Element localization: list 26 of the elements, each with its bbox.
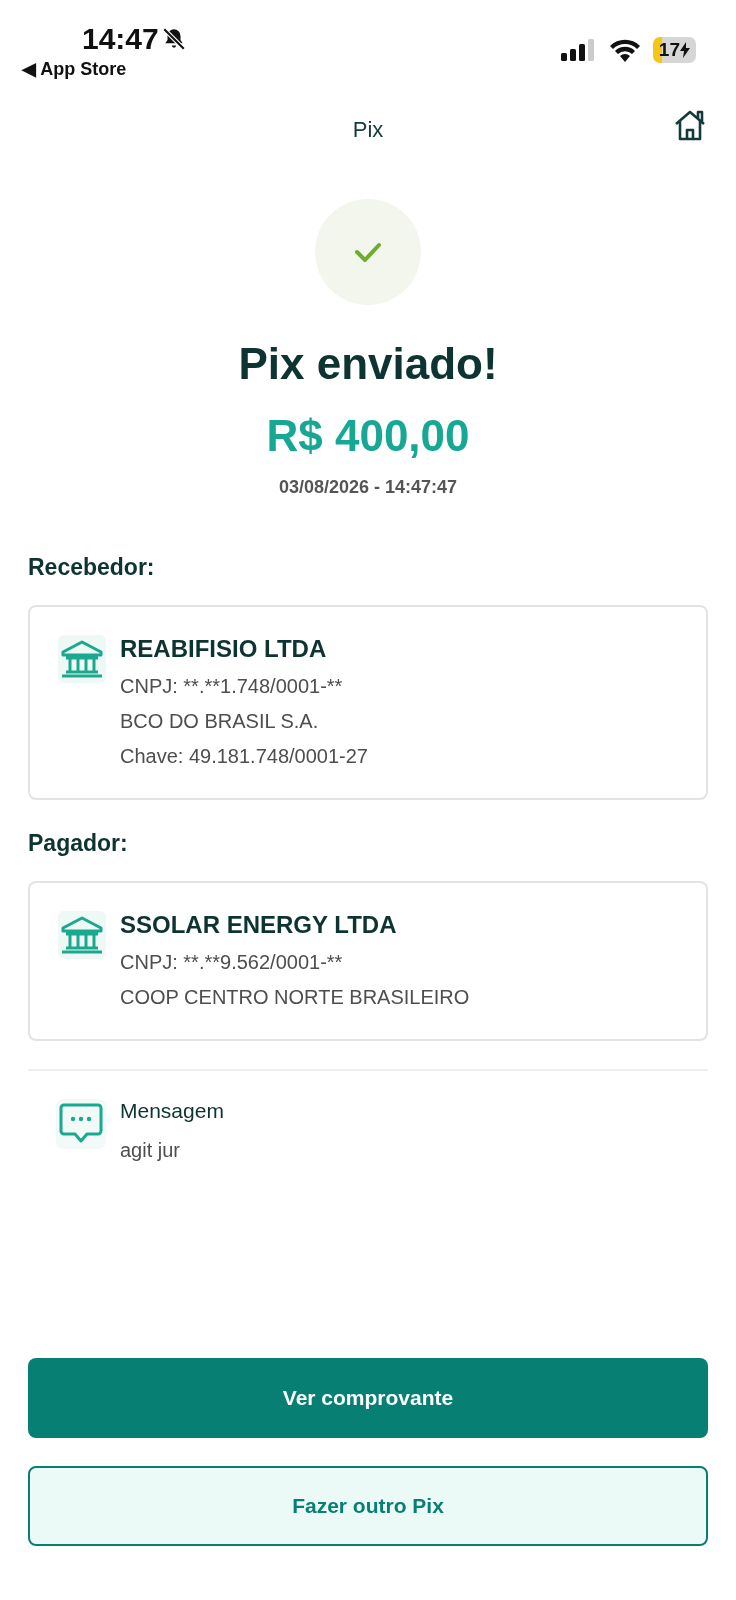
success-title: Pix enviado! bbox=[238, 339, 498, 389]
party-name: SSOLAR ENERGY LTDA bbox=[120, 911, 398, 939]
view-receipt-button[interactable]: Ver comprovante bbox=[28, 1358, 708, 1438]
message-icon bbox=[56, 1099, 106, 1149]
transfer-datetime: 03/08/2026 - 14:47:47 bbox=[278, 477, 458, 498]
message-text: agit jur bbox=[120, 1139, 182, 1162]
party-detail: CNPJ: **.**9.562/0001-** bbox=[120, 950, 344, 975]
signal-icon bbox=[560, 39, 597, 61]
success-check-icon bbox=[315, 199, 421, 305]
party-detail: Chave: 49.181.748/0001-27 bbox=[120, 744, 368, 769]
bank-icon bbox=[58, 911, 106, 959]
bank-icon bbox=[58, 635, 106, 683]
party-detail: COOP CENTRO NORTE BRASILEIRO bbox=[120, 985, 470, 1010]
new-pix-button[interactable]: Fazer outro Pix bbox=[28, 1466, 708, 1546]
party-name: REABIFISIO LTDA bbox=[120, 635, 328, 663]
section-heading: Pagador: bbox=[28, 830, 129, 857]
message-label: Mensagem bbox=[120, 1099, 224, 1123]
amount: R$ 400,00 bbox=[266, 411, 470, 461]
party-detail: CNPJ: **.**1.748/0001-** bbox=[120, 674, 344, 699]
section-heading: Recebedor: bbox=[28, 554, 156, 581]
wifi-icon bbox=[608, 38, 641, 62]
clock-time: 14:47 bbox=[82, 22, 159, 56]
screen-title: Pix bbox=[352, 117, 384, 143]
back-link[interactable]: ◀ App Store bbox=[22, 58, 187, 80]
party-detail: BCO DO BRASIL S.A. bbox=[120, 709, 320, 734]
muted-bell-icon bbox=[160, 26, 187, 52]
